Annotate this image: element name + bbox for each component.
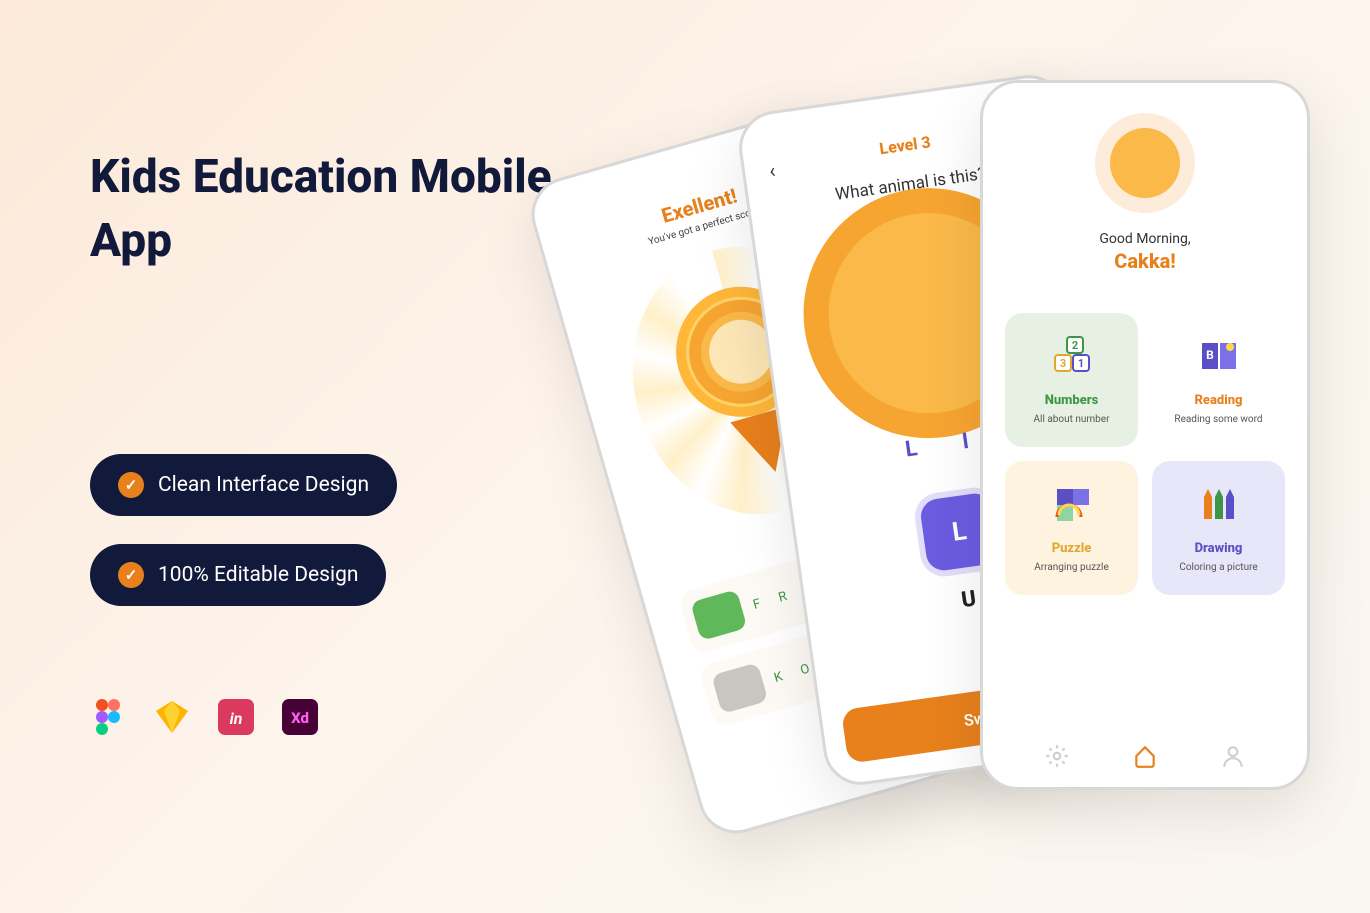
puzzle-icon <box>1051 483 1093 525</box>
svg-text:1: 1 <box>1077 357 1083 370</box>
feature-pill-editable: ✓ 100% Editable Design <box>90 544 386 606</box>
settings-icon[interactable] <box>1044 743 1070 769</box>
category-subtitle: Arranging puzzle <box>1017 562 1126 573</box>
category-title: Puzzle <box>1017 541 1126 556</box>
numbers-icon: 231 <box>1051 335 1093 377</box>
crayons-icon <box>1198 483 1240 525</box>
category-reading[interactable]: B Reading Reading some word <box>1152 313 1285 447</box>
invision-icon: in <box>218 699 254 735</box>
page-title: Kids Education Mobile App <box>90 145 590 274</box>
category-numbers[interactable]: 231 Numbers All about number <box>1005 313 1138 447</box>
frog-icon <box>690 589 747 641</box>
avatar[interactable] <box>1095 113 1195 213</box>
svg-text:3: 3 <box>1059 357 1065 370</box>
category-puzzle[interactable]: Puzzle Arranging puzzle <box>1005 461 1138 595</box>
check-icon: ✓ <box>118 562 144 588</box>
category-title: Reading <box>1164 393 1273 408</box>
category-drawing[interactable]: Drawing Coloring a picture <box>1152 461 1285 595</box>
koala-icon <box>711 662 768 714</box>
svg-text:in: in <box>230 709 243 728</box>
category-subtitle: Reading some word <box>1164 414 1273 425</box>
profile-icon[interactable] <box>1220 743 1246 769</box>
greeting-text: Good Morning, <box>1005 231 1285 247</box>
book-icon: B <box>1198 335 1240 377</box>
home-icon[interactable] <box>1132 743 1158 769</box>
pill-label: 100% Editable Design <box>158 563 358 587</box>
category-subtitle: All about number <box>1017 414 1126 425</box>
category-title: Numbers <box>1017 393 1126 408</box>
pill-label: Clean Interface Design <box>158 473 369 497</box>
svg-text:B: B <box>1206 348 1214 362</box>
bottom-nav <box>983 743 1307 769</box>
phone-home-screen: Good Morning, Cakka! 231 Numbers All abo… <box>980 80 1310 790</box>
tool-icons-row: in Xd <box>90 699 590 735</box>
category-title: Drawing <box>1164 541 1273 556</box>
category-subtitle: Coloring a picture <box>1164 562 1273 573</box>
check-icon: ✓ <box>118 472 144 498</box>
lion-avatar-icon <box>1110 128 1180 198</box>
svg-text:2: 2 <box>1071 339 1077 352</box>
username-text: Cakka! <box>1005 249 1285 273</box>
svg-text:Xd: Xd <box>291 709 309 727</box>
figma-icon <box>90 699 126 735</box>
xd-icon: Xd <box>282 699 318 735</box>
sketch-icon <box>154 699 190 735</box>
feature-pill-clean-design: ✓ Clean Interface Design <box>90 454 397 516</box>
phone-mockups: Exellent! You've got a perfect score! F … <box>610 30 1330 900</box>
